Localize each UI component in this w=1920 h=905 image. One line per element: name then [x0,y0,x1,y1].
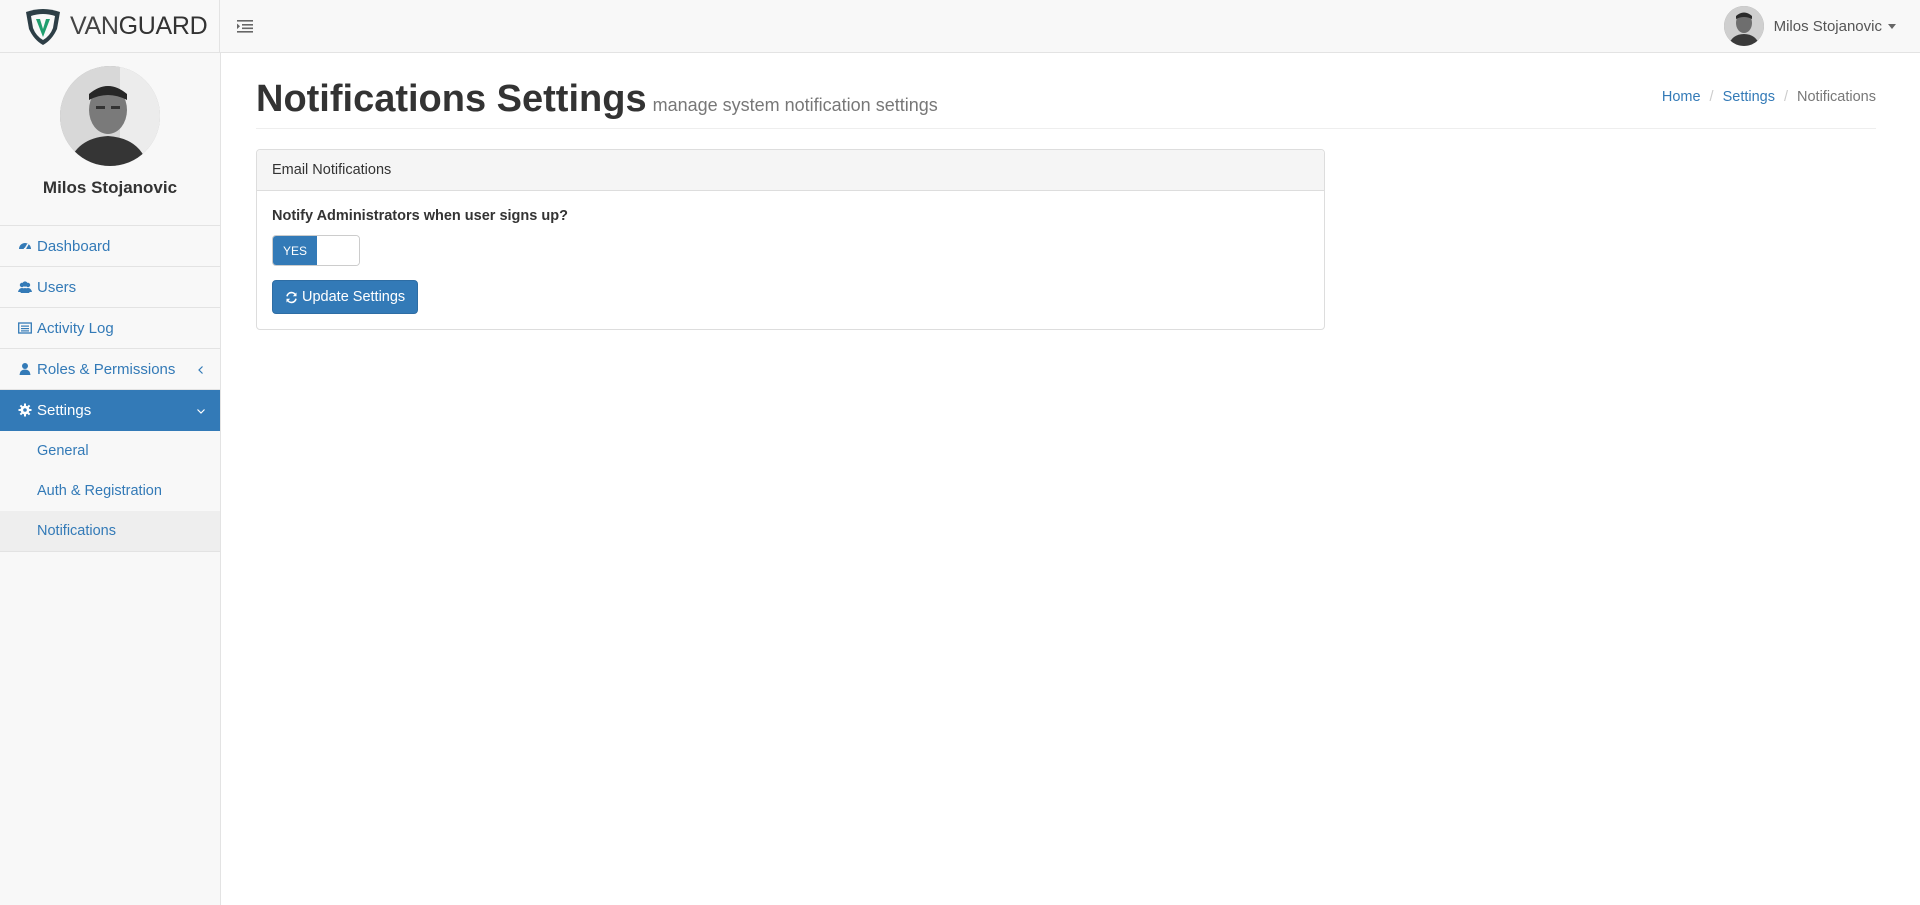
gear-icon [18,403,32,417]
user-name: Milos Stojanovic [1773,17,1882,35]
list-icon [18,321,32,335]
user-dropdown[interactable]: Milos Stojanovic [1723,5,1896,47]
sidebar-item-label: Settings [37,401,92,419]
sidebar-item-label: Activity Log [37,319,114,337]
page-subtitle: manage system notification settings [652,95,938,115]
toggle-handle [317,236,359,265]
sidebar-item-label: Users [37,278,77,296]
page-title: Notifications Settings manage system noti… [256,78,938,120]
brand-name: VANGUARD [70,12,208,40]
profile-name: Milos Stojanovic [42,178,178,197]
sidebar-item-dashboard[interactable]: Dashboard [0,226,220,267]
sidebar-item-users[interactable]: Users [0,267,220,308]
sidebar-item-label: Roles & Permissions [37,360,176,378]
sidebar-subitem-auth-registration[interactable]: Auth & Registration [0,471,220,511]
caret-down-icon [1888,23,1896,29]
breadcrumb-separator: / [1783,89,1789,105]
sidebar-item-label: Dashboard [37,237,111,255]
sidebar-toggle-icon[interactable] [236,17,254,35]
breadcrumb-separator: / [1709,89,1714,105]
shield-logo-icon [26,8,60,45]
users-icon [18,280,32,294]
sidebar-profile: Milos Stojanovic [0,66,220,226]
breadcrumb-home-link[interactable]: Home [1662,89,1701,105]
dashboard-icon [18,239,32,253]
top-navbar: VANGUARD Milos Stojanovic [0,0,1920,53]
breadcrumb-settings-link[interactable]: Settings [1723,89,1775,105]
sidebar: Milos Stojanovic Dashboard Users Activit… [0,53,221,905]
sidebar-item-settings[interactable]: Settings [0,390,220,431]
avatar [1723,6,1764,46]
breadcrumb: Home / Settings / Notifications [1662,89,1876,105]
sidebar-subitem-notifications[interactable]: Notifications [0,511,220,551]
refresh-icon [286,291,297,303]
sidebar-item-roles-permissions[interactable]: Roles & Permissions [0,349,220,390]
user-icon [18,362,32,376]
profile-avatar[interactable] [60,66,160,166]
toggle-on-label: YES [273,236,317,265]
sidebar-item-activity-log[interactable]: Activity Log [0,308,220,349]
notify-admins-toggle[interactable]: YES [272,235,360,266]
breadcrumb-current: Notifications [1797,89,1876,105]
panel-heading: Email Notifications [257,150,1324,191]
brand-logo[interactable]: VANGUARD [0,0,220,53]
chevron-left-icon [196,362,206,374]
panel-body: Notify Administrators when user signs up… [257,191,1324,331]
notify-admins-label: Notify Administrators when user signs up… [272,208,568,224]
update-settings-label: Update Settings [302,289,406,305]
chevron-down-icon [196,403,206,414]
sidebar-subitem-general[interactable]: General [0,431,220,471]
email-notifications-panel: Email Notifications Notify Administrator… [256,149,1325,330]
settings-submenu: General Auth & Registration Notification… [0,431,220,552]
update-settings-button[interactable]: Update Settings [272,280,419,314]
page-header: Notifications Settings manage system noti… [256,72,1876,129]
